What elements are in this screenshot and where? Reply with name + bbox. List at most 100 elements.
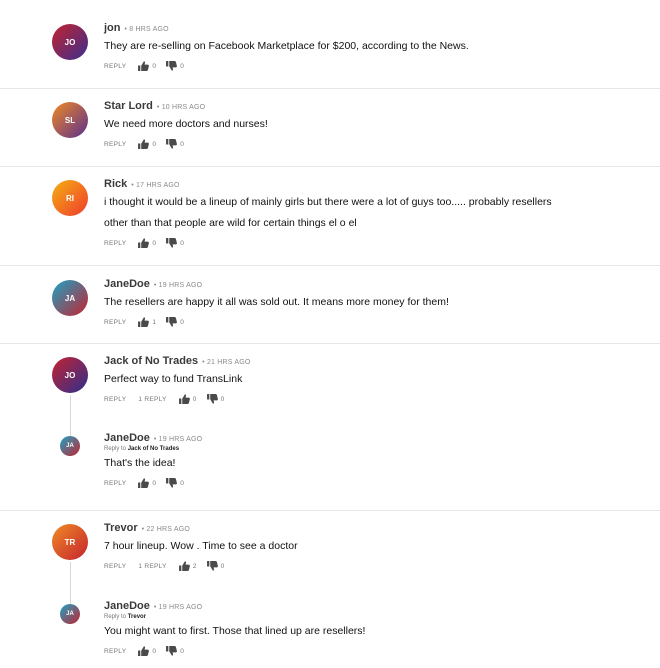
- replies-count-button[interactable]: 1 REPLY: [138, 563, 166, 570]
- reply-button[interactable]: REPLY: [104, 648, 126, 655]
- comment-header: Jack of No Trades • 21 HRS AGO: [104, 355, 251, 367]
- upvote-count: 0: [152, 479, 157, 487]
- downvote-button[interactable]: 0: [166, 478, 184, 488]
- reply-button[interactable]: REPLY: [104, 240, 126, 247]
- comment-actions: REPLY 0 0: [104, 238, 194, 248]
- comment-text: We need more doctors and nurses!: [104, 118, 268, 130]
- thumbs-up-icon: [178, 394, 193, 404]
- author-name[interactable]: Rick: [104, 178, 127, 190]
- comment-text: 7 hour lineup. Wow . Time to see a docto…: [104, 540, 298, 552]
- author-name[interactable]: Trevor: [104, 522, 138, 534]
- thread-line: [70, 395, 71, 436]
- upvote-count: 0: [192, 395, 197, 403]
- comment-actions: REPLY 1 0: [104, 317, 194, 327]
- downvote-count: 0: [180, 140, 185, 148]
- upvote-button[interactable]: 0: [138, 478, 156, 488]
- thumbs-down-icon: [166, 139, 180, 149]
- divider: [0, 343, 660, 344]
- upvote-count: 0: [152, 140, 157, 148]
- comment-text: You might want to first. Those that line…: [104, 625, 366, 637]
- reply-to-label: Reply to Trevor: [104, 614, 146, 620]
- reply-button[interactable]: REPLY: [104, 141, 126, 148]
- upvote-button[interactable]: 0: [138, 139, 156, 149]
- replies-count-button[interactable]: 1 REPLY: [138, 396, 166, 403]
- comment-actions: REPLY 0 0: [104, 646, 194, 656]
- downvote-button[interactable]: 0: [206, 394, 225, 404]
- upvote-button[interactable]: 1: [138, 317, 156, 327]
- thread-line: [70, 562, 71, 604]
- comment-actions: REPLY 1 REPLY 2 0: [104, 561, 235, 571]
- upvote-button[interactable]: 0: [138, 646, 156, 656]
- comment-text: They are re-selling on Facebook Marketpl…: [104, 40, 469, 52]
- comment-header: jon • 8 HRS AGO: [104, 22, 169, 34]
- downvote-button[interactable]: 0: [206, 561, 225, 571]
- downvote-button[interactable]: 0: [166, 238, 184, 248]
- reply-to-author[interactable]: Jack of No Trades: [128, 446, 179, 452]
- thumbs-down-icon: [166, 317, 180, 327]
- downvote-button[interactable]: 0: [166, 317, 184, 327]
- avatar[interactable]: JO: [52, 24, 88, 60]
- avatar[interactable]: RI: [52, 180, 88, 216]
- downvote-count: 0: [180, 62, 185, 70]
- avatar[interactable]: SL: [52, 102, 88, 138]
- author-name[interactable]: Jack of No Trades: [104, 355, 198, 367]
- comment-actions: REPLY 0 0: [104, 139, 194, 149]
- downvote-count: 0: [220, 562, 225, 570]
- downvote-count: 0: [180, 647, 185, 655]
- thumbs-up-icon: [138, 646, 152, 656]
- avatar[interactable]: TR: [52, 524, 88, 560]
- reply-button[interactable]: REPLY: [104, 480, 126, 487]
- thumbs-down-icon: [206, 394, 221, 404]
- timestamp: • 19 HRS AGO: [153, 282, 203, 289]
- thumbs-down-icon: [206, 561, 221, 571]
- upvote-count: 2: [192, 562, 197, 570]
- reply-to-author[interactable]: Trevor: [128, 614, 146, 620]
- downvote-button[interactable]: 0: [166, 646, 184, 656]
- comment-header: Star Lord • 10 HRS AGO: [104, 100, 205, 112]
- author-name[interactable]: Star Lord: [104, 100, 153, 112]
- divider: [0, 265, 660, 266]
- divider: [0, 88, 660, 89]
- upvote-button[interactable]: 0: [138, 238, 156, 248]
- downvote-button[interactable]: 0: [166, 61, 184, 71]
- timestamp: • 10 HRS AGO: [156, 104, 206, 111]
- divider: [0, 510, 660, 511]
- upvote-count: 0: [152, 62, 157, 70]
- reply-button[interactable]: REPLY: [104, 63, 126, 70]
- thumbs-down-icon: [166, 61, 180, 71]
- reply-button[interactable]: REPLY: [104, 563, 126, 570]
- timestamp: • 19 HRS AGO: [153, 436, 203, 443]
- upvote-count: 1: [152, 318, 157, 326]
- thumbs-down-icon: [166, 238, 180, 248]
- thumbs-up-icon: [138, 478, 152, 488]
- comment-text: other than that people are wild for cert…: [104, 217, 357, 229]
- timestamp: • 17 HRS AGO: [131, 182, 180, 189]
- upvote-button[interactable]: 0: [138, 61, 156, 71]
- comment-text: Perfect way to fund TransLink: [104, 373, 243, 385]
- comment-header: JaneDoe • 19 HRS AGO: [104, 600, 202, 612]
- comment-header: Trevor • 22 HRS AGO: [104, 522, 190, 534]
- timestamp: • 22 HRS AGO: [141, 526, 191, 533]
- avatar[interactable]: JA: [52, 280, 88, 316]
- avatar[interactable]: JO: [52, 357, 88, 393]
- comment-actions: REPLY 0 0: [104, 478, 194, 488]
- author-name[interactable]: JaneDoe: [104, 600, 150, 612]
- author-name[interactable]: JaneDoe: [104, 432, 150, 444]
- reply-button[interactable]: REPLY: [104, 319, 126, 326]
- avatar[interactable]: JA: [60, 436, 80, 456]
- thumbs-up-icon: [138, 61, 152, 71]
- upvote-count: 0: [152, 239, 157, 247]
- divider: [0, 166, 660, 167]
- timestamp: • 8 HRS AGO: [124, 26, 169, 33]
- comment-header: Rick • 17 HRS AGO: [104, 178, 180, 190]
- author-name[interactable]: jon: [104, 22, 121, 34]
- reply-to-label: Reply to Jack of No Trades: [104, 446, 179, 452]
- upvote-button[interactable]: 0: [178, 394, 197, 404]
- downvote-button[interactable]: 0: [166, 139, 184, 149]
- reply-button[interactable]: REPLY: [104, 396, 126, 403]
- timestamp: • 21 HRS AGO: [202, 359, 251, 366]
- upvote-button[interactable]: 2: [178, 561, 197, 571]
- comment-header: JaneDoe • 19 HRS AGO: [104, 432, 202, 444]
- avatar[interactable]: JA: [60, 604, 80, 624]
- author-name[interactable]: JaneDoe: [104, 278, 150, 290]
